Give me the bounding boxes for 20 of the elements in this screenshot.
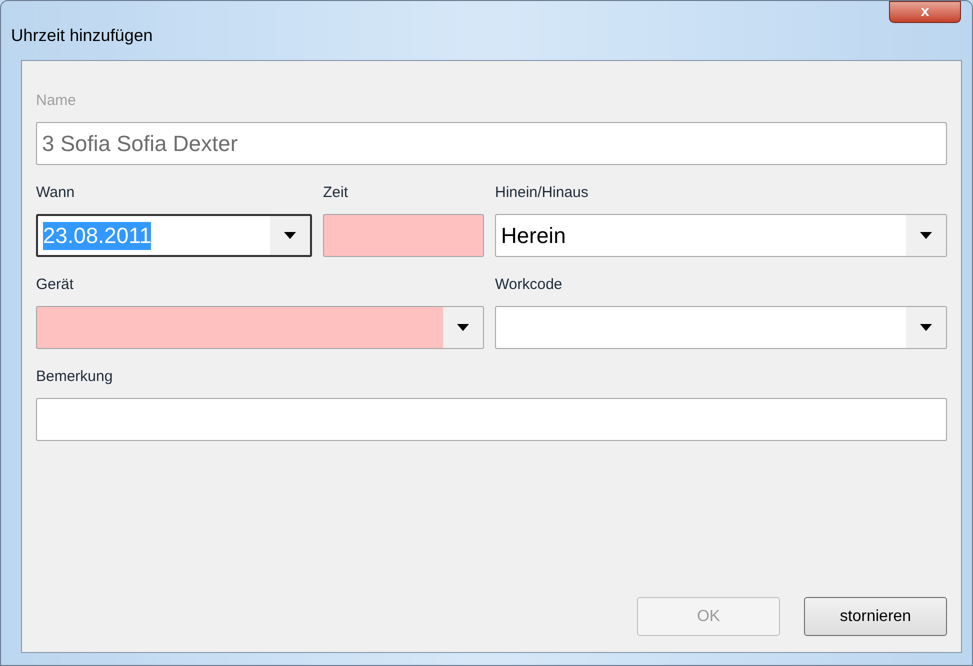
close-button[interactable]: x — [889, 1, 961, 23]
field-label: Gerät — [36, 275, 75, 295]
field-label: Hinein/Hinaus — [495, 183, 590, 203]
field-label: Bemerkung — [36, 367, 114, 387]
field-label: Workcode — [495, 275, 564, 295]
field-label: Wann — [36, 183, 76, 203]
dialog-button[interactable]: stornieren — [804, 597, 947, 636]
field-label: Name — [36, 91, 78, 111]
window-title: Uhrzeit hinzufügen — [11, 25, 153, 47]
input-field[interactable] — [323, 214, 484, 257]
dropdown-arrow-icon — [920, 324, 932, 331]
dropdown-arrow-icon — [284, 232, 296, 239]
dropdown-field[interactable]: 23.08.2011 — [36, 214, 312, 257]
dropdown-arrow-icon — [457, 324, 469, 331]
dropdown-arrow-icon — [920, 232, 932, 239]
dropdown-field[interactable] — [36, 306, 484, 349]
field-label: Zeit — [323, 183, 350, 203]
input-field[interactable] — [36, 398, 947, 441]
dropdown-field[interactable]: Herein — [495, 214, 947, 257]
dropdown-field[interactable] — [495, 306, 947, 349]
